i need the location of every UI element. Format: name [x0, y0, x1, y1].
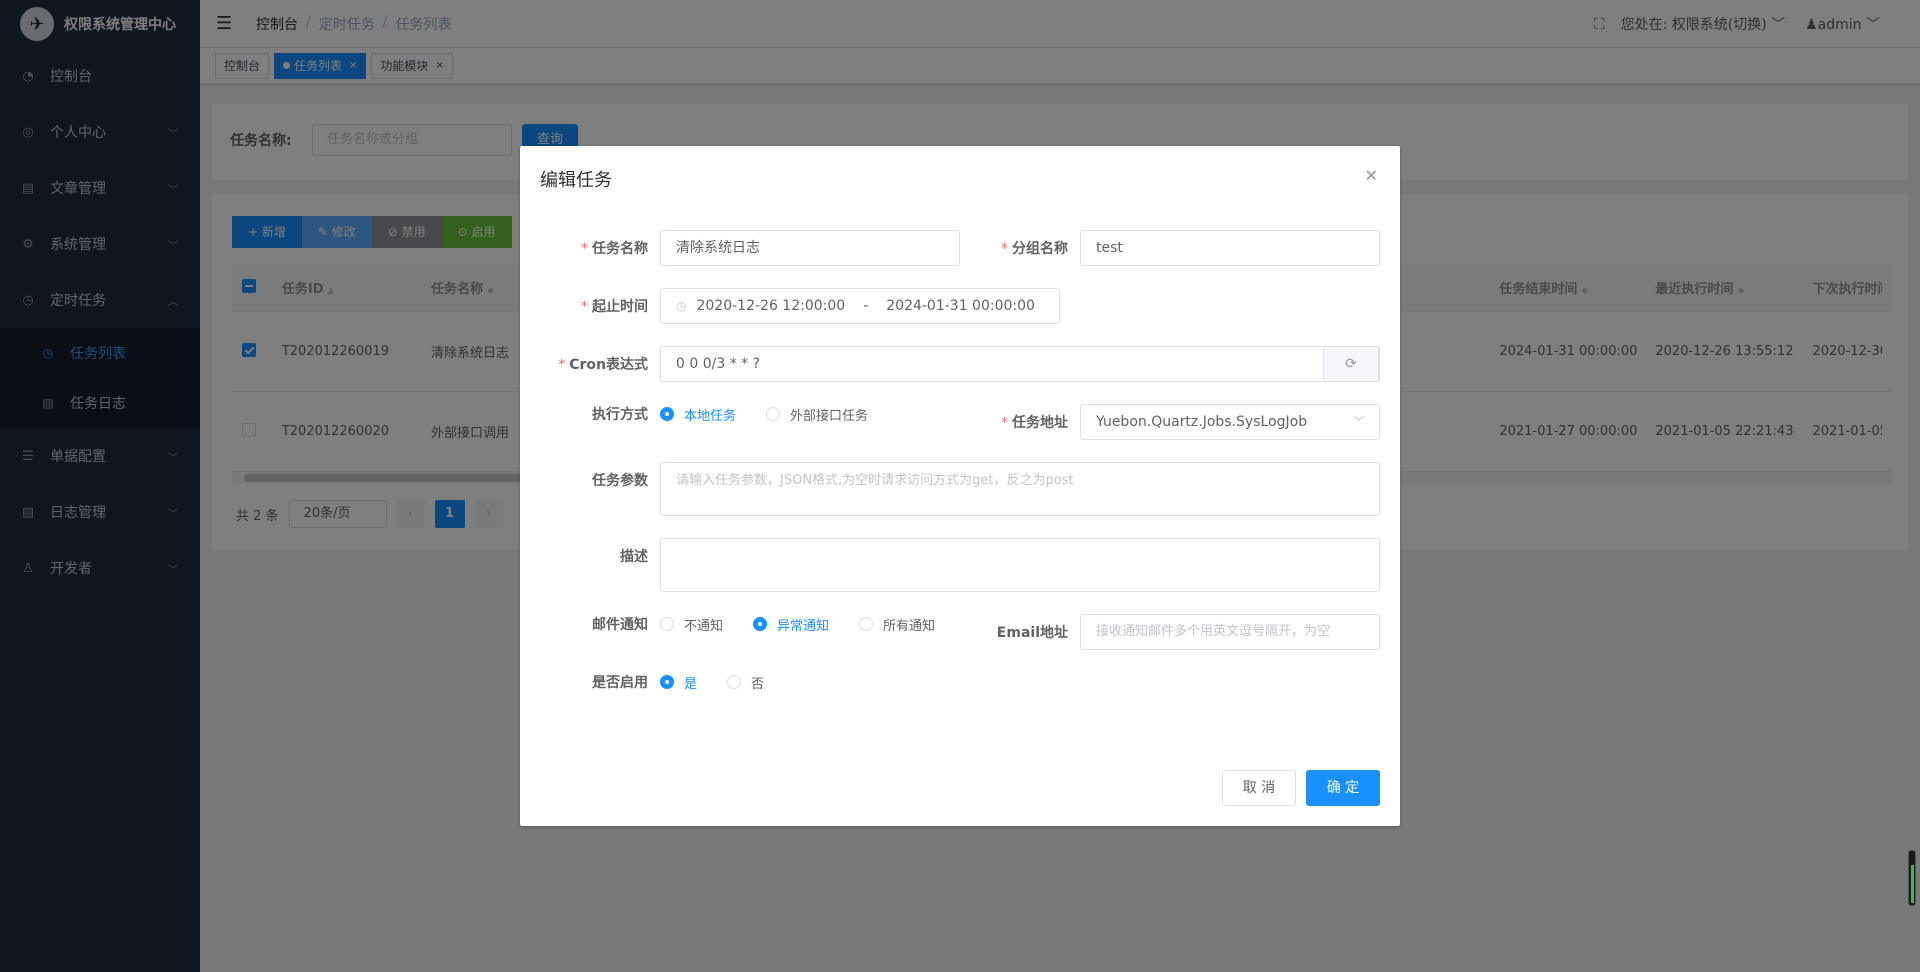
- task-name-input[interactable]: 清除系统日志: [660, 230, 960, 266]
- enabled-radio[interactable]: 是: [660, 673, 697, 692]
- mail-notify-radio[interactable]: 所有通知: [859, 615, 935, 634]
- mail-notify-radio[interactable]: 不通知: [660, 615, 723, 634]
- mail-notify-radio[interactable]: 异常通知: [753, 615, 829, 634]
- group-name-input[interactable]: test: [1080, 230, 1380, 266]
- radio-label: 异常通知: [777, 618, 830, 634]
- radio-label: 所有通知: [883, 618, 936, 634]
- clock-icon: ◷: [676, 299, 687, 313]
- label-description: 描述: [620, 549, 648, 565]
- radio-circle-icon: [660, 675, 674, 689]
- enabled-radio[interactable]: 否: [727, 673, 764, 692]
- label-task-name: * 任务名称: [581, 241, 648, 257]
- enabled-group: 是否: [660, 673, 794, 692]
- label-email: Email地址: [996, 625, 1068, 641]
- label-task-params: 任务参数: [592, 473, 648, 489]
- cron-generator-icon[interactable]: ⟳: [1323, 346, 1379, 382]
- close-icon[interactable]: ✕: [1365, 166, 1378, 185]
- exec-mode-group: 本地任务 外部接口任务: [660, 405, 898, 424]
- volume-meter-widget: [1908, 850, 1916, 906]
- label-time-range: * 起止时间: [581, 299, 648, 315]
- date-range-picker[interactable]: ◷ 2020-12-26 12:00:00 - 2024-01-31 00:00…: [660, 288, 1060, 324]
- exec-mode-radio[interactable]: 本地任务: [660, 405, 736, 424]
- label-exec-mode: 执行方式: [592, 407, 648, 423]
- end-date: 2024-01-31 00:00:00: [886, 298, 1035, 314]
- task-params-textarea[interactable]: 请输入任务参数，JSON格式,为空时请求访问方式为get，反之为post: [660, 462, 1380, 516]
- task-address-select[interactable]: Yuebon.Quartz.Jobs.SysLogJob ﹀: [1080, 404, 1380, 440]
- radio-label: 是: [684, 676, 698, 692]
- radio-label: 本地任务: [684, 408, 737, 424]
- mail-notify-group: 不通知 异常通知 所有通知: [660, 615, 965, 634]
- label-mail-notify: 邮件通知: [592, 617, 648, 633]
- dialog-title: 编辑任务: [540, 170, 612, 191]
- label-cron: * Cron表达式: [558, 357, 648, 373]
- radio-circle-icon: [660, 617, 674, 631]
- radio-circle-icon: [766, 407, 781, 421]
- cron-input[interactable]: 0 0 0/3 * * ? ⟳: [660, 346, 1380, 382]
- radio-circle-icon: [727, 675, 742, 689]
- radio-label: 否: [751, 676, 765, 692]
- chevron-down-icon: ﹀: [1352, 415, 1365, 429]
- email-input[interactable]: 接收通知邮件多个用英文逗号隔开，为空: [1080, 614, 1380, 650]
- label-enabled: 是否启用: [592, 675, 648, 691]
- radio-label: 外部接口任务: [790, 408, 869, 424]
- radio-label: 不通知: [684, 618, 724, 634]
- range-separator: -: [863, 298, 869, 314]
- edit-task-dialog: 编辑任务 ✕ * 任务名称 清除系统日志 * 分组名称 test * 起止时间 ◷ 2…: [520, 146, 1400, 826]
- confirm-button[interactable]: 确 定: [1306, 770, 1380, 806]
- radio-circle-icon: [660, 407, 674, 421]
- radio-circle-icon: [859, 617, 874, 631]
- start-date: 2020-12-26 12:00:00: [696, 298, 846, 314]
- description-textarea[interactable]: [660, 538, 1380, 592]
- exec-mode-radio[interactable]: 外部接口任务: [766, 405, 868, 424]
- cancel-button[interactable]: 取 消: [1222, 770, 1296, 806]
- label-group-name: * 分组名称: [1001, 241, 1068, 257]
- label-task-address: * 任务地址: [1001, 415, 1068, 431]
- radio-circle-icon: [753, 617, 768, 631]
